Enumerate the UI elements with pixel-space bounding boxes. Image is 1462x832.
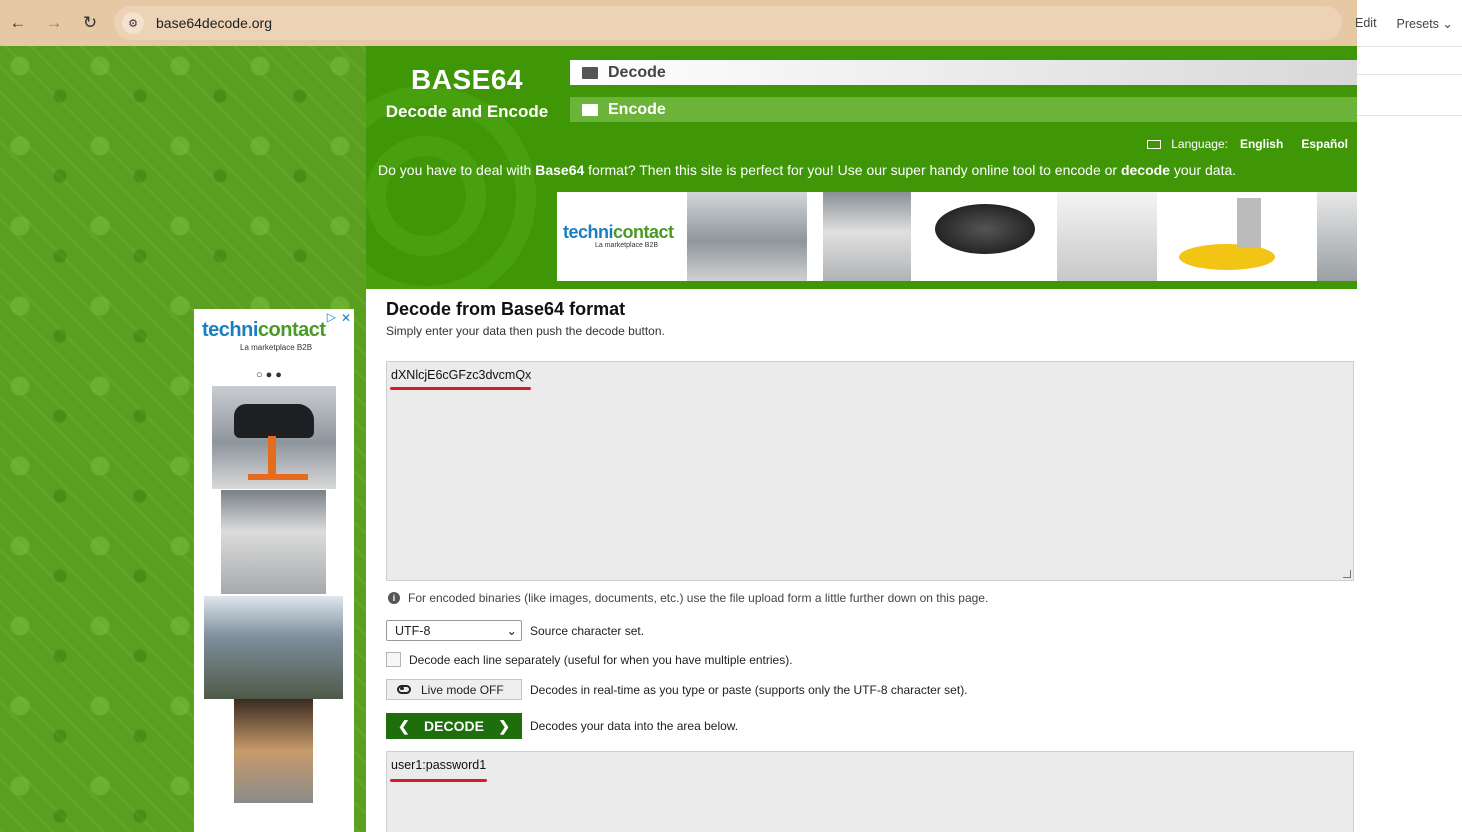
banner-tagline: La marketplace B2B xyxy=(595,242,659,249)
output-value: user1:password1 xyxy=(391,758,487,772)
each-line-checkbox[interactable] xyxy=(386,652,401,667)
decode-description: Decodes your data into the area below. xyxy=(530,719,739,733)
output-highlight-underline xyxy=(390,779,487,782)
site-brand[interactable]: BASE64 Decode and Encode xyxy=(366,64,568,122)
banner-image-car-lift[interactable] xyxy=(687,192,807,281)
side-panel: Edit Presets ⌄ xyxy=(1355,0,1462,116)
decode-button[interactable]: ❮ DECODE ❯ xyxy=(386,713,522,739)
back-icon[interactable]: ← xyxy=(0,5,36,41)
page-subtitle: Simply enter your data then push the dec… xyxy=(386,324,665,338)
banner-image-kiosk[interactable] xyxy=(1317,192,1357,281)
charset-row: UTF-8 ⌄ Source character set. xyxy=(386,620,644,641)
browser-toolbar: ← → ↻ ⚙ base64decode.org xyxy=(0,0,1357,46)
tab-decode[interactable]: Decode xyxy=(570,60,1357,85)
live-mode-row: Live mode OFF Decodes in real-time as yo… xyxy=(386,679,968,700)
ad-tagline: La marketplace B2B xyxy=(240,343,313,352)
each-line-label[interactable]: Decode each line separately (useful for … xyxy=(409,653,793,667)
language-espanol[interactable]: Español xyxy=(1301,137,1348,151)
side-ad[interactable]: ▷ ✕ technicontact La marketplace B2B ○●● xyxy=(194,309,354,832)
site-subtitle: Decode and Encode xyxy=(385,102,549,121)
reload-icon[interactable]: ↻ xyxy=(72,5,108,41)
presets-menu[interactable]: Presets ⌄ xyxy=(1397,16,1453,31)
language-english[interactable]: English xyxy=(1240,137,1283,151)
tab-encode[interactable]: Encode xyxy=(570,97,1357,122)
live-mode-label: Live mode OFF xyxy=(421,682,504,697)
language-selector: Language: English Español xyxy=(1147,137,1348,151)
toggle-off-icon xyxy=(397,685,411,694)
info-text: For encoded binaries (like images, docum… xyxy=(408,591,989,605)
forward-icon[interactable]: → xyxy=(36,5,72,41)
ad-image-oven[interactable] xyxy=(234,699,313,803)
chevron-right-icon: ❯ xyxy=(498,717,510,734)
input-highlight-underline xyxy=(390,387,531,390)
ad-choices-icon[interactable]: ▷ xyxy=(327,310,336,324)
input-textarea[interactable]: dXNlcjE6cGFzc3dvcmQx xyxy=(386,361,1354,581)
charset-select[interactable]: UTF-8 ⌄ xyxy=(386,620,522,641)
page-title: Decode from Base64 format xyxy=(386,299,626,319)
info-note: i For encoded binaries (like images, doc… xyxy=(388,591,988,605)
panel-divider xyxy=(1357,74,1462,102)
charset-description: Source character set. xyxy=(530,623,645,638)
live-mode-toggle[interactable]: Live mode OFF xyxy=(386,679,522,700)
charset-value: UTF-8 xyxy=(395,623,431,638)
manhole-shape xyxy=(935,204,1035,254)
output-textarea[interactable]: user1:password1 xyxy=(386,751,1354,832)
banner-logo: technicontact xyxy=(563,222,674,242)
ad-image-van-lift[interactable] xyxy=(221,490,326,594)
info-icon: i xyxy=(388,592,400,604)
decode-row: ❮ DECODE ❯ Decodes your data into the ar… xyxy=(386,713,738,739)
site-title: BASE64 xyxy=(411,64,523,95)
ad-image-car-lift[interactable] xyxy=(212,386,336,489)
close-icon[interactable]: ✕ xyxy=(341,311,351,325)
chevron-left-icon: ❮ xyxy=(398,717,410,734)
ad-logo: technicontact xyxy=(202,319,326,341)
chevron-down-icon: ⌄ xyxy=(506,624,517,638)
carousel-dots[interactable]: ○●● xyxy=(256,369,285,381)
each-line-row: Decode each line separately (useful for … xyxy=(386,652,793,667)
language-icon xyxy=(1147,139,1162,149)
banner-image-van-lift[interactable] xyxy=(823,192,911,281)
site-header: BASE64 Decode and Encode Decode Encode L… xyxy=(366,46,1357,289)
language-label: Language: xyxy=(1171,137,1228,151)
folder-icon xyxy=(582,103,598,116)
ad-image-bins[interactable] xyxy=(204,596,343,699)
wrapper-post-shape xyxy=(1237,198,1261,248)
edit-menu[interactable]: Edit xyxy=(1355,16,1377,30)
decode-panel: Decode from Base64 format Simply enter y… xyxy=(378,289,1357,832)
tab-encode-label: Encode xyxy=(608,100,666,118)
banner-ad[interactable]: technicontact La marketplace B2B xyxy=(557,192,1357,281)
url-text[interactable]: base64decode.org xyxy=(156,15,272,31)
resize-handle[interactable] xyxy=(1343,570,1351,578)
site-info-icon[interactable]: ⚙ xyxy=(122,12,144,34)
folder-open-icon xyxy=(582,66,598,79)
panel-divider xyxy=(1357,46,1462,74)
live-mode-description: Decodes in real-time as you type or past… xyxy=(530,682,968,697)
banner-image-bike-rack[interactable] xyxy=(1057,192,1157,281)
decode-button-label: DECODE xyxy=(424,718,484,734)
tab-decode-label: Decode xyxy=(608,63,666,81)
address-bar[interactable]: ⚙ base64decode.org xyxy=(114,6,1342,40)
input-value: dXNlcjE6cGFzc3dvcmQx xyxy=(391,368,532,382)
intro-text: Do you have to deal with Base64 format? … xyxy=(378,162,1237,178)
